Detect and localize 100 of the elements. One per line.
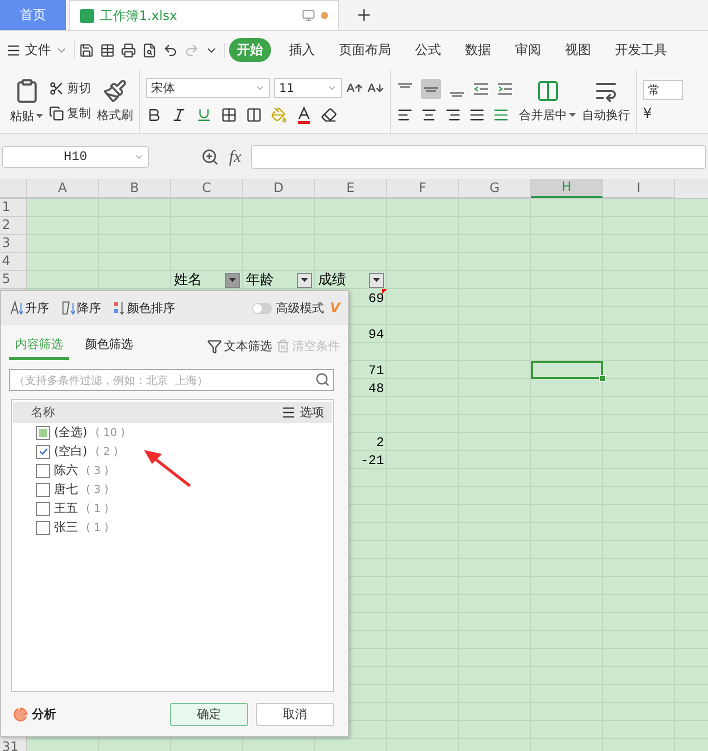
checkbox[interactable] [36,520,50,534]
decrease-indent-icon[interactable] [473,81,489,97]
column-header[interactable]: A [27,179,99,198]
option-label: 张三 [54,519,78,536]
column-header[interactable]: F [387,179,459,198]
advanced-mode-toggle[interactable] [252,302,272,314]
table-icon[interactable] [100,42,115,58]
checkbox[interactable] [36,426,50,440]
save-icon[interactable] [79,42,94,58]
funnel-icon [207,338,222,354]
advanced-mode-label: 高级模式 [276,300,324,316]
align-center-icon[interactable] [421,107,437,123]
fill-handle[interactable] [599,375,606,382]
filter-option[interactable]: 唐七 ( 3 ) [12,480,333,499]
number-format-select[interactable]: 常 [643,80,683,100]
ribbon-tab[interactable]: 公式 [407,38,449,62]
selected-cell[interactable] [531,361,603,379]
filter-dropdown[interactable] [225,272,240,288]
justify-icon[interactable] [469,107,485,123]
text-filter-button[interactable]: 文本筛选 [207,338,272,354]
ribbon-tab[interactable]: 插入 [281,38,323,62]
font-select[interactable]: 宋体 [146,78,270,98]
ribbon-tab[interactable]: 视图 [557,38,599,62]
function-button[interactable]: fx [229,146,242,166]
checkbox[interactable] [36,464,50,478]
column-title: 姓名 [174,271,202,289]
column-header[interactable]: C [171,179,243,198]
row-header[interactable]: 4 [0,253,27,271]
sort-button[interactable]: 升序 [9,300,49,316]
trash-icon [276,339,290,353]
align-left-icon[interactable] [397,107,413,123]
search-field[interactable]: （支持多条件过滤，例如：北京 上海） [9,369,334,391]
filter-option[interactable]: 张三 ( 1 ) [12,518,333,537]
print-icon[interactable] [121,42,136,58]
sort-button[interactable]: 降序 [61,300,101,316]
row-header[interactable]: 2 [0,217,27,235]
merge-center-button[interactable]: 合并居中 [519,78,576,124]
column-header[interactable]: I [603,179,675,198]
wrap-text-button[interactable]: 自动换行 [582,78,630,124]
confirm-button[interactable]: 确定 [170,702,248,726]
ribbon-tab[interactable]: 数据 [457,38,499,62]
checkbox[interactable] [36,444,50,458]
column-header[interactable]: E [315,179,387,198]
spreadsheet-icon [80,8,94,22]
align-right-icon[interactable] [445,107,461,123]
eraser-icon[interactable] [321,107,337,123]
zoom-icon[interactable] [201,148,219,166]
color-sort-icon[interactable] [113,300,125,316]
options-button[interactable]: 选项 [281,404,324,421]
underline-icon[interactable] [196,107,212,123]
filter-option[interactable]: 王五 ( 1 ) [12,499,333,518]
file-menu[interactable]: 文件 [6,41,75,59]
vip-label: V [330,300,340,316]
column-header[interactable]: G [459,179,531,198]
row-header[interactable]: 5 [0,271,27,289]
filter-option[interactable]: (空白) ( 2 ) [12,442,333,461]
cut-button[interactable]: 剪切 [49,80,91,97]
name-box[interactable]: H10 [2,146,149,168]
filter-tab[interactable]: 颜色筛选 [79,332,139,360]
font-color-icon[interactable] [296,106,312,124]
formula-input[interactable] [251,144,706,168]
column-header[interactable]: D [243,179,315,198]
checkbox[interactable] [36,502,50,516]
cancel-button[interactable]: 取消 [256,702,334,726]
distribute-icon[interactable] [493,107,509,123]
fill-color-icon[interactable] [271,107,287,123]
filter-dropdown[interactable] [297,272,312,288]
column-title: 成绩 [318,271,346,289]
italic-icon[interactable] [171,107,187,123]
copy-button[interactable]: 复制 [49,105,91,122]
cell-value: 2 [376,434,384,450]
currency-button[interactable]: ¥ [643,106,652,122]
ribbon-tab[interactable]: 页面布局 [331,38,399,62]
filter-dropdown[interactable] [369,272,384,288]
row-header[interactable]: 1 [0,199,27,217]
ribbon-tab[interactable]: 开发工具 [607,38,675,62]
brush-icon [103,78,127,102]
option-count: ( 3 ) [86,464,109,477]
caret-icon [373,278,380,282]
undo-icon[interactable] [163,42,178,58]
column-title: 年龄 [246,271,274,289]
paste-button[interactable]: 粘贴 [10,78,43,124]
print-preview-icon[interactable] [142,42,157,58]
filter-option[interactable]: (全选) ( 10 ) [12,423,333,442]
border-icon[interactable] [221,107,237,123]
sort-ascending-icon[interactable] [9,300,23,316]
column-header[interactable]: B [99,179,171,198]
format-painter-button[interactable]: 格式刷 [97,78,133,124]
filter-option[interactable]: 陈六 ( 3 ) [12,461,333,480]
sort-button[interactable]: 颜色排序 [113,300,175,316]
font-size-select[interactable]: 11 [274,78,342,98]
ribbon-tab[interactable]: 审阅 [507,38,549,62]
conditional-format-icon[interactable] [246,107,262,123]
monitor-icon[interactable] [302,9,315,22]
checkbox[interactable] [36,482,50,496]
row-header[interactable]: 3 [0,235,27,253]
sort-descending-icon[interactable] [61,300,75,316]
analyze-button[interactable]: 分析 [13,706,56,722]
merge-cells-icon [536,78,560,102]
increase-indent-icon[interactable] [497,81,513,97]
